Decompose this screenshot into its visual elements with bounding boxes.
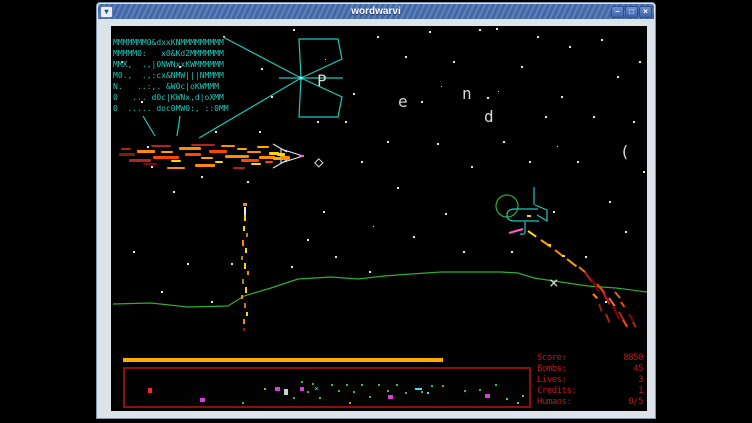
radar-blip — [495, 384, 497, 386]
radar-blip — [275, 387, 280, 391]
radar-blip — [338, 390, 340, 392]
radar-blip — [307, 391, 309, 393]
radar-blip — [331, 384, 333, 386]
window-title: wordwarvi — [98, 6, 654, 17]
app-window: ▾ wordwarvi – □ × MMMMMMM0&dxxKNMMMMMMMM… — [96, 2, 656, 419]
radar-blip — [301, 381, 303, 383]
radar-blip — [264, 388, 266, 390]
close-button[interactable]: × — [639, 6, 652, 18]
radar-blip — [485, 394, 490, 398]
hud-row: Humans: 0/5 — [537, 397, 643, 408]
radar-blip — [479, 389, 481, 391]
radar-blip — [427, 392, 429, 394]
hud-panel: Score:8850Bombs:45Lives:3Credits:1Humans… — [537, 353, 643, 408]
radar-blip — [378, 384, 380, 386]
radar-blip — [346, 384, 348, 386]
radar-blip — [415, 388, 422, 390]
hud-row: Credits: 1 — [537, 386, 643, 397]
radar-blip — [506, 398, 508, 400]
hud-label: Lives: — [537, 375, 567, 386]
radar-blip — [200, 398, 205, 402]
radar-blip — [464, 390, 466, 392]
radar-blip — [353, 391, 355, 393]
radar-blip — [405, 392, 407, 394]
radar-blip — [284, 389, 288, 395]
radar-blip — [522, 395, 524, 397]
hud-row: Lives: 3 — [537, 375, 643, 386]
hud-row: Bombs: 45 — [537, 364, 643, 375]
hud-value: 8850 — [623, 353, 643, 364]
radar-blip — [442, 385, 444, 387]
radar-blip — [148, 388, 152, 393]
radar-blip — [421, 391, 423, 393]
radar-blip — [369, 396, 371, 398]
radar-blip — [388, 395, 393, 399]
minimize-button[interactable]: – — [611, 6, 624, 18]
radar-blip — [361, 384, 363, 386]
hud-label: Bombs: — [537, 364, 567, 375]
hud-label: Credits: — [537, 386, 576, 397]
radar-blip — [242, 402, 244, 404]
hud-value: 0/5 — [628, 397, 643, 408]
radar-blip-glyph: × — [314, 384, 319, 393]
radar-blip — [300, 387, 304, 391]
radar-blip — [293, 397, 295, 399]
radar-blip — [517, 402, 519, 404]
hud-row: Score: 8850 — [537, 353, 643, 364]
radar-blip — [431, 385, 433, 387]
radar-blip — [319, 397, 321, 399]
radar-blip — [387, 390, 389, 392]
hud-value: 3 — [638, 375, 643, 386]
hud-label: Humans: — [537, 397, 571, 408]
game-canvas[interactable]: MMMMMMM0&dxxKNMMMMMMMMM MMMMM0: x0&Kd2MM… — [111, 26, 647, 411]
radar-blip — [349, 402, 351, 404]
maximize-button[interactable]: □ — [625, 6, 638, 18]
title-bar[interactable]: ▾ wordwarvi – □ × — [98, 4, 654, 19]
hud-value: 45 — [633, 364, 643, 375]
titlebar-buttons: – □ × — [611, 6, 652, 18]
radar-blip — [396, 384, 398, 386]
hud-label: Score: — [537, 353, 567, 364]
hud-value: 1 — [638, 386, 643, 397]
